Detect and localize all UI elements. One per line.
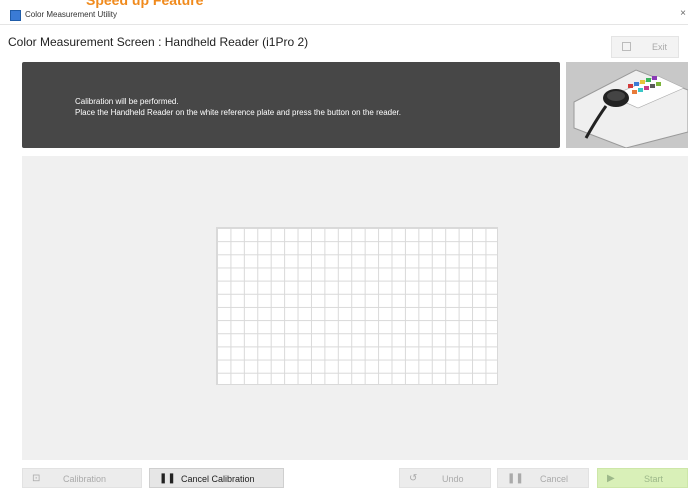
pause-icon: ❚❚ (507, 473, 524, 484)
instruction-line-1: Calibration will be performed. (75, 97, 179, 106)
app-icon (10, 10, 21, 21)
close-icon[interactable]: × (680, 8, 686, 19)
window-title: Color Measurement Utility (25, 10, 118, 19)
undo-label: Undo (442, 474, 464, 484)
calibration-button[interactable]: ⊡ Calibration (22, 468, 142, 488)
calibration-icon: ⊡ (32, 473, 41, 484)
calibration-label: Calibration (63, 474, 107, 484)
top-banner: Speed up Feature (0, 0, 688, 8)
cancel-button[interactable]: ❚❚ Cancel (497, 468, 589, 488)
window-titlebar: Color Measurement Utility × (0, 8, 688, 24)
reader-illustration (566, 62, 688, 148)
cancel-calibration-button[interactable]: ❚❚ Cancel Calibration (149, 468, 284, 488)
exit-icon (622, 42, 631, 51)
instruction-panel: Calibration will be performed. Place the… (22, 62, 560, 148)
start-button[interactable]: ▶ Start (597, 468, 688, 488)
undo-icon: ↺ (409, 473, 418, 484)
cancel-calibration-label: Cancel Calibration (181, 474, 255, 484)
start-label: Start (644, 474, 664, 484)
screen-title: Color Measurement Screen : Handheld Read… (8, 35, 309, 49)
top-banner-text: Speed up Feature (86, 0, 204, 8)
color-patch-grid (216, 227, 498, 385)
undo-button[interactable]: ↺ Undo (399, 468, 491, 488)
exit-button[interactable]: Exit (611, 36, 679, 58)
cancel-label: Cancel (540, 474, 569, 484)
pause-icon: ❚❚ (159, 473, 176, 484)
exit-label: Exit (652, 42, 668, 52)
play-icon: ▶ (607, 473, 615, 484)
instruction-line-2: Place the Handheld Reader on the white r… (75, 108, 401, 117)
screen-header: Color Measurement Screen : Handheld Read… (0, 24, 688, 61)
handheld-reader-image (566, 62, 688, 148)
